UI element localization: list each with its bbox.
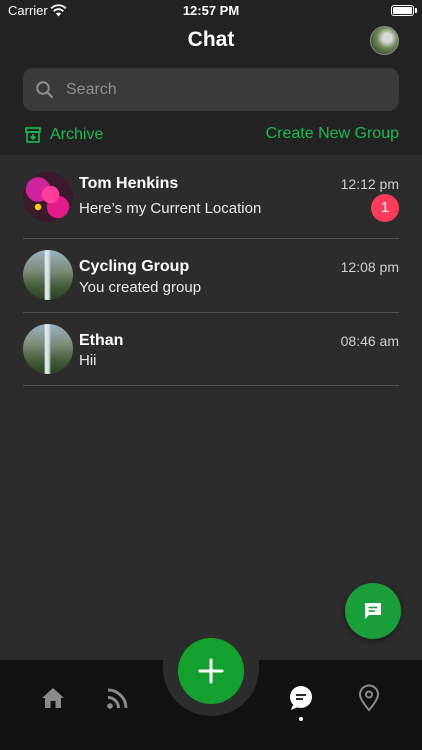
chat-time: 12:12 pm <box>340 176 399 192</box>
status-time: 12:57 PM <box>182 3 240 18</box>
archive-icon <box>25 127 41 143</box>
home-icon <box>42 688 64 708</box>
chat-time: 08:46 am <box>340 333 399 349</box>
status-bar: Carrier 12:57 PM <box>0 0 422 22</box>
add-button[interactable] <box>178 638 244 704</box>
chat-message: You created group <box>79 279 202 296</box>
location-pin-icon <box>358 684 380 712</box>
add-icon <box>198 658 224 684</box>
contact-avatar <box>23 172 73 222</box>
chat-row[interactable]: Ethan Hii 08:46 am <box>23 313 399 386</box>
search-input[interactable] <box>66 68 386 111</box>
chat-message: Hii <box>79 352 97 369</box>
search-bar[interactable] <box>23 68 399 111</box>
group-avatar <box>23 250 73 300</box>
chat-time: 12:08 pm <box>340 259 399 275</box>
chat-row[interactable]: Cycling Group You created group 12:08 pm <box>23 239 399 313</box>
message-icon <box>365 603 381 619</box>
new-message-button[interactable] <box>345 583 401 639</box>
battery-icon <box>391 5 414 16</box>
active-tab-indicator <box>299 717 303 721</box>
feed-icon <box>107 688 128 709</box>
chat-row[interactable]: Tom Henkins Here’s my Current Location 1… <box>23 160 399 239</box>
tab-chat[interactable] <box>287 684 315 712</box>
page-title: Chat <box>187 28 235 51</box>
archive-label: Archive <box>50 126 104 143</box>
chat-icon <box>290 686 312 710</box>
unread-badge: 1 <box>371 194 399 222</box>
battery-nub <box>415 8 417 13</box>
contact-avatar <box>23 324 73 374</box>
chat-name: Cycling Group <box>79 258 190 275</box>
chat-name: Tom Henkins <box>79 175 179 192</box>
create-group-link[interactable]: Create New Group <box>266 125 399 143</box>
chat-name: Ethan <box>79 332 124 349</box>
tab-home[interactable] <box>39 684 67 712</box>
tab-feed[interactable] <box>104 684 132 712</box>
archive-link[interactable]: Archive <box>24 124 103 146</box>
chat-message: Here’s my Current Location <box>79 200 262 217</box>
profile-avatar[interactable] <box>370 26 399 55</box>
search-icon <box>36 81 54 99</box>
tab-location[interactable] <box>355 684 383 712</box>
